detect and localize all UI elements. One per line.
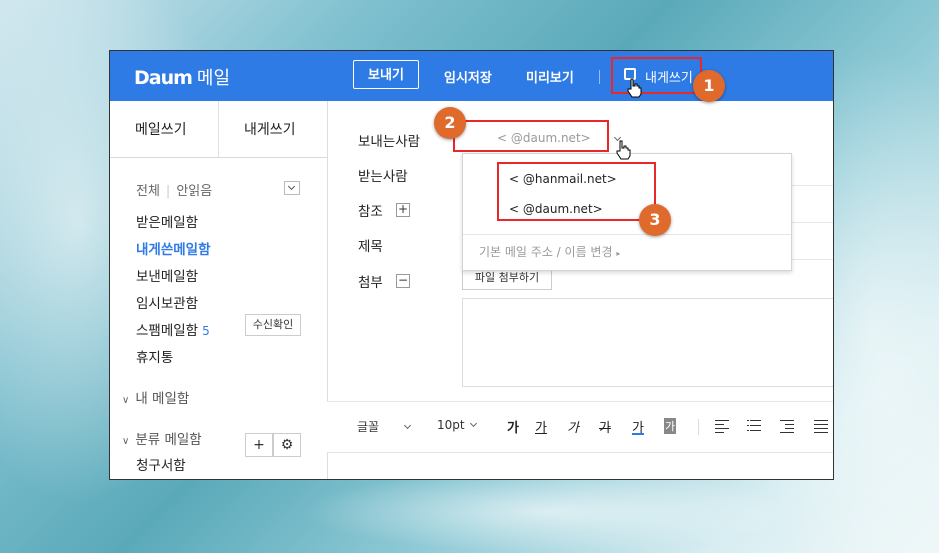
attach-collapse-icon[interactable]: − [396,274,410,288]
mailbox-settings-button[interactable]: ⚙ [273,433,301,457]
gear-icon: ⚙ [280,437,294,453]
mailbox-filter: 전체 | 안읽음 [136,180,212,199]
background-foam-bottom [300,470,800,553]
mailbox-sent[interactable]: 보낸메일함 [136,265,198,285]
chevron-down-icon [404,421,412,430]
filter-divider: | [165,184,171,199]
chevron-down-icon [469,419,477,428]
save-draft-button[interactable]: 임시저장 [444,67,492,86]
bold-button[interactable]: 가 [507,417,519,436]
chevron-down-icon: ∨ [122,436,130,447]
underline-button[interactable]: 가 [535,417,547,436]
mailbox-trash[interactable]: 휴지통 [136,346,173,366]
mailbox-bills[interactable]: 청구서함 [136,454,186,474]
highlight-sender [453,120,609,152]
preview-button[interactable]: 미리보기 [526,67,574,86]
step-badge-2: 2 [434,107,466,139]
mailbox-spam[interactable]: 스팸메일함 5 [136,319,210,339]
spam-count-badge: 5 [202,324,210,338]
my-mailbox-section[interactable]: ∨ 내 메일함 [122,387,189,407]
hand-cursor-icon [627,78,642,98]
mailbox-drafts[interactable]: 임시보관함 [136,292,198,312]
change-default-address-link[interactable]: 기본 메일 주소 / 이름 변경 ▸ [479,243,620,260]
indent-icon[interactable] [780,419,794,433]
mailbox-label: 받은메일함 [136,215,199,231]
align-left-icon[interactable] [715,419,729,433]
sender-label: 보내는사람 [358,134,421,150]
dropdown-divider [463,234,791,235]
filter-unread[interactable]: 안읽음 [176,184,212,199]
highlight-sender-options [497,162,656,221]
italic-button[interactable]: 가 [567,417,579,436]
mailbox-label: 청구서함 [136,458,186,474]
tab-compose[interactable]: 메일쓰기 [135,119,187,139]
recipient-label: 받는사람 [358,169,408,185]
step-badge-3: 3 [639,204,671,236]
font-label: 글꼴 [357,420,380,434]
subject-label: 제목 [358,239,383,255]
mailbox-label: 휴지통 [136,350,174,366]
top-toolbar: Daum 메일 보내기 임시저장 미리보기 내게쓰기 [110,51,833,101]
change-default-label: 기본 메일 주소 / 이름 변경 [479,245,613,259]
cc-expand-icon[interactable]: + [396,203,410,217]
attach-label: 첨부 [358,275,383,291]
hand-cursor-icon [616,140,631,160]
add-mailbox-button[interactable]: + [245,433,273,457]
category-mailbox-section[interactable]: ∨ 분류 메일함 [122,428,202,448]
sidebar-tabs: 메일쓰기 내게쓰기 [110,101,327,158]
chevron-down-icon: ∨ [122,395,130,406]
font-color-button[interactable]: 가 [632,417,644,436]
tab-divider [218,101,219,157]
section-label: 내 메일함 [135,391,190,407]
receipt-check-button[interactable]: 수신확인 [245,314,301,336]
mailbox-label: 내게쓴메일함 [136,242,211,258]
tab-self-mail[interactable]: 내게쓰기 [244,119,296,139]
toolbar-divider [698,419,699,435]
filter-all[interactable]: 전체 [136,184,160,199]
send-button[interactable]: 보내기 [353,60,419,89]
plus-icon: + [253,437,265,453]
mailbox-inbox[interactable]: 받은메일함 [136,211,198,231]
mailbox-label: 스팸메일함 [136,323,199,339]
mailbox-label: 임시보관함 [136,296,199,312]
sidebar: 메일쓰기 내게쓰기 전체 | 안읽음 받은메일함 내게쓴메일함 보낸메일함 수신확인… [110,101,328,479]
caret-right-icon: ▸ [616,249,621,258]
horizontal-rule-icon[interactable] [814,419,828,433]
toolbar-divider [599,70,600,84]
editor-toolbar: 글꼴 10pt 가 가 가 가 가 가 [327,401,833,453]
font-family-select[interactable]: 글꼴 [357,418,412,435]
filter-dropdown-icon[interactable] [284,181,300,195]
numbered-list-icon[interactable] [747,419,761,433]
mailbox-label: 보낸메일함 [136,269,199,285]
logo-brand: Daum [134,67,193,89]
size-label: 10pt [437,418,465,432]
daum-mail-logo[interactable]: Daum 메일 [134,64,230,90]
section-label: 분류 메일함 [135,432,202,448]
mail-compose-window: Daum 메일 보내기 임시저장 미리보기 내게쓰기 메일쓰기 내게쓰기 전체 | 안… [109,50,834,480]
strikethrough-button[interactable]: 가 [599,417,611,436]
mailbox-sent-to-self[interactable]: 내게쓴메일함 [136,238,211,258]
font-size-select[interactable]: 10pt [437,418,477,432]
background-color-button[interactable]: 가 [664,418,677,434]
highlight-self-mail [611,57,702,94]
attachment-drop-area[interactable] [462,298,833,387]
step-badge-1: 1 [693,70,725,102]
logo-service: 메일 [196,68,231,89]
cc-label: 참조 [358,204,383,220]
